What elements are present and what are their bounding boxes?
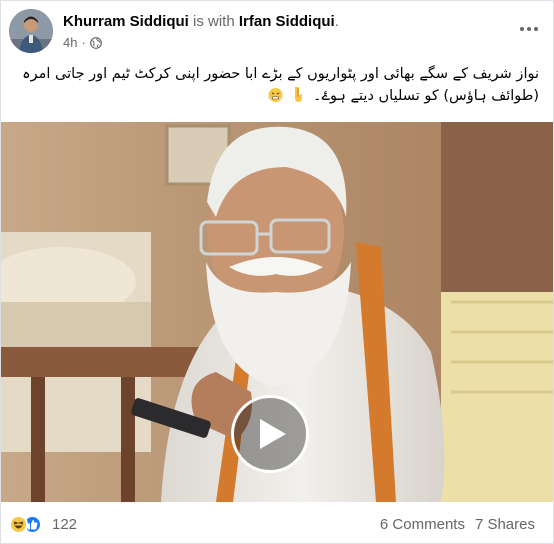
haha-reaction-icon <box>9 514 28 534</box>
author-name[interactable]: Khurram Siddiqui <box>63 13 189 30</box>
post-text: نواز شریف کے سگے بھائی اور پٹواریوں کے ب… <box>11 63 539 107</box>
post-meta: 4h · <box>63 35 102 50</box>
reactions-summary[interactable]: 122 <box>9 514 77 534</box>
tagged-name[interactable]: Irfan Siddiqui <box>239 13 335 30</box>
globe-icon[interactable] <box>89 36 102 49</box>
face-with-steam-icon <box>267 86 284 103</box>
post-time[interactable]: 4h <box>63 35 77 50</box>
tagged-suffix: . <box>334 13 339 30</box>
engagement-stats: 6 Comments 7 Shares <box>380 516 535 533</box>
post-header: Khurram Siddiqui is with Irfan Siddiqui.… <box>9 9 547 55</box>
shares-link[interactable]: 7 Shares <box>475 516 535 533</box>
more-options-icon[interactable] <box>515 15 543 43</box>
with-text: is with <box>193 13 235 30</box>
video-player[interactable] <box>1 122 553 502</box>
backhand-index-pointing-down-icon <box>290 86 307 103</box>
post-footer: 122 6 Comments 7 Shares <box>1 504 553 544</box>
author-line: Khurram Siddiqui is with Irfan Siddiqui. <box>63 13 339 31</box>
comments-link[interactable]: 6 Comments <box>380 516 465 533</box>
reaction-count: 122 <box>52 515 78 533</box>
post-card: Khurram Siddiqui is with Irfan Siddiqui.… <box>0 0 554 544</box>
meta-separator: · <box>81 35 86 50</box>
play-icon[interactable] <box>231 395 309 473</box>
author-avatar[interactable] <box>9 9 53 53</box>
